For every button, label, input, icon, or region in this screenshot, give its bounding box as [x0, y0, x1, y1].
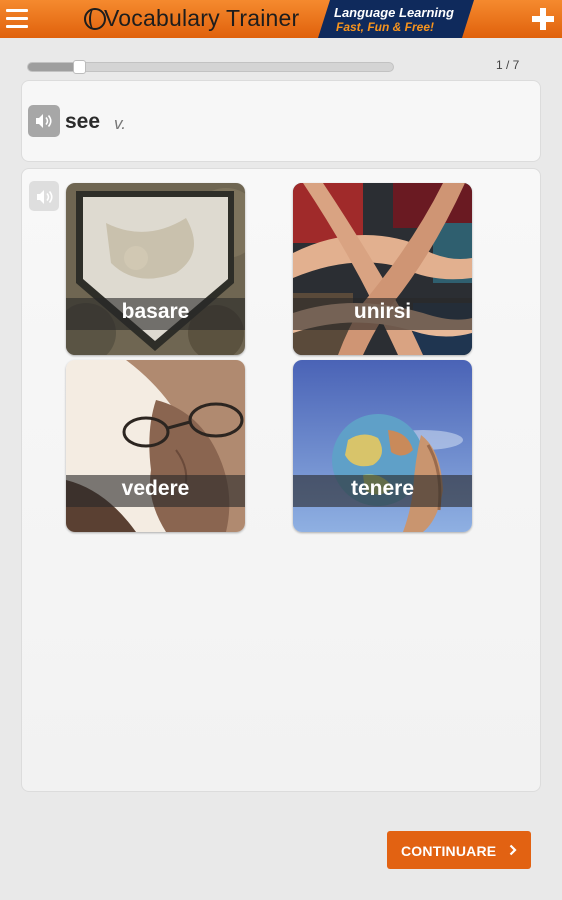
play-word-audio-button[interactable] [28, 105, 60, 137]
progress-bar [27, 60, 394, 74]
answer-tile-basare[interactable]: basare [66, 183, 245, 355]
app-header: Vocabulary Trainer Language Learning Fas… [0, 0, 562, 38]
answer-tile-tenere[interactable]: tenere [293, 360, 472, 532]
answer-tile-unirsi[interactable]: unirsi [293, 183, 472, 355]
chevron-right-icon [509, 844, 517, 856]
question-word: see [65, 110, 101, 133]
tagline-line-1: Language Learning [334, 5, 454, 20]
speaker-icon [36, 114, 52, 128]
progress-handle [73, 60, 87, 74]
app-title: Vocabulary Trainer [104, 5, 300, 31]
tagline-line-2: Fast, Fun & Free! [336, 20, 435, 34]
answer-label: basare [121, 300, 190, 323]
progress-counter: 1 / 7 [496, 58, 520, 72]
play-answers-audio-button[interactable] [29, 181, 59, 211]
continue-button[interactable]: CONTINUARE [387, 831, 531, 869]
plus-icon[interactable] [532, 8, 554, 30]
continue-label: CONTINUARE [401, 843, 497, 859]
globe-logo-icon [84, 8, 106, 30]
answer-label: tenere [350, 477, 415, 500]
part-of-speech: v. [114, 114, 126, 133]
answer-label: unirsi [353, 300, 412, 323]
progress-fill [28, 63, 80, 71]
answer-label: vedere [121, 477, 190, 500]
answer-tile-vedere[interactable]: vedere [66, 360, 245, 532]
speaker-icon [37, 190, 53, 204]
hamburger-menu-icon[interactable] [6, 9, 28, 29]
